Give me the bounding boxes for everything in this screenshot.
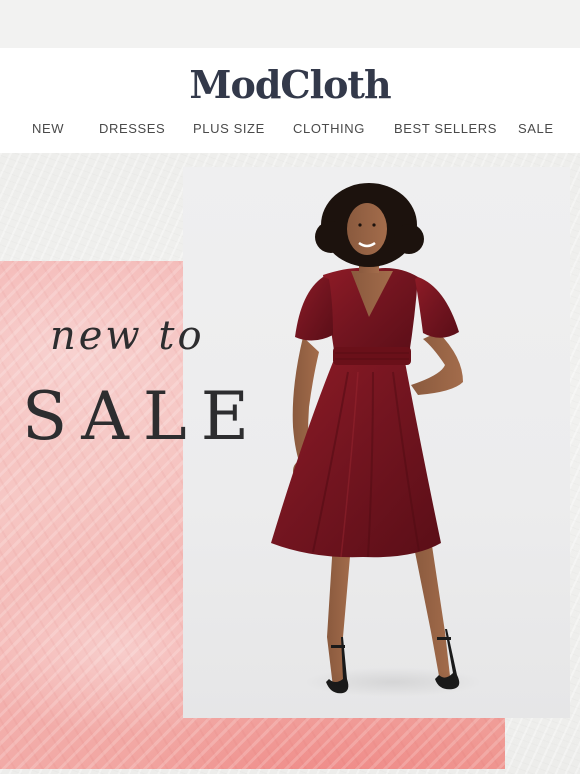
hero-headline-new-to: new to <box>50 313 205 359</box>
nav-item-clothing[interactable]: CLOTHING <box>293 118 365 140</box>
hero-banner[interactable]: new to SALE <box>0 153 580 774</box>
nav-item-dresses[interactable]: DRESSES <box>99 118 165 140</box>
modcloth-logo[interactable]: ModCloth <box>0 60 580 110</box>
nav-item-plus-size[interactable]: PLUS SIZE <box>193 118 265 140</box>
hero-headline-sale: SALE <box>22 378 263 455</box>
main-nav: NEW DRESSES PLUS SIZE CLOTHING BEST SELL… <box>0 118 580 140</box>
floor-shadow <box>303 667 483 697</box>
email-top-strip <box>0 0 580 48</box>
nav-item-new[interactable]: NEW <box>32 118 64 140</box>
nav-item-best-sellers[interactable]: BEST SELLERS <box>394 118 497 140</box>
nav-item-sale[interactable]: SALE <box>518 118 554 140</box>
